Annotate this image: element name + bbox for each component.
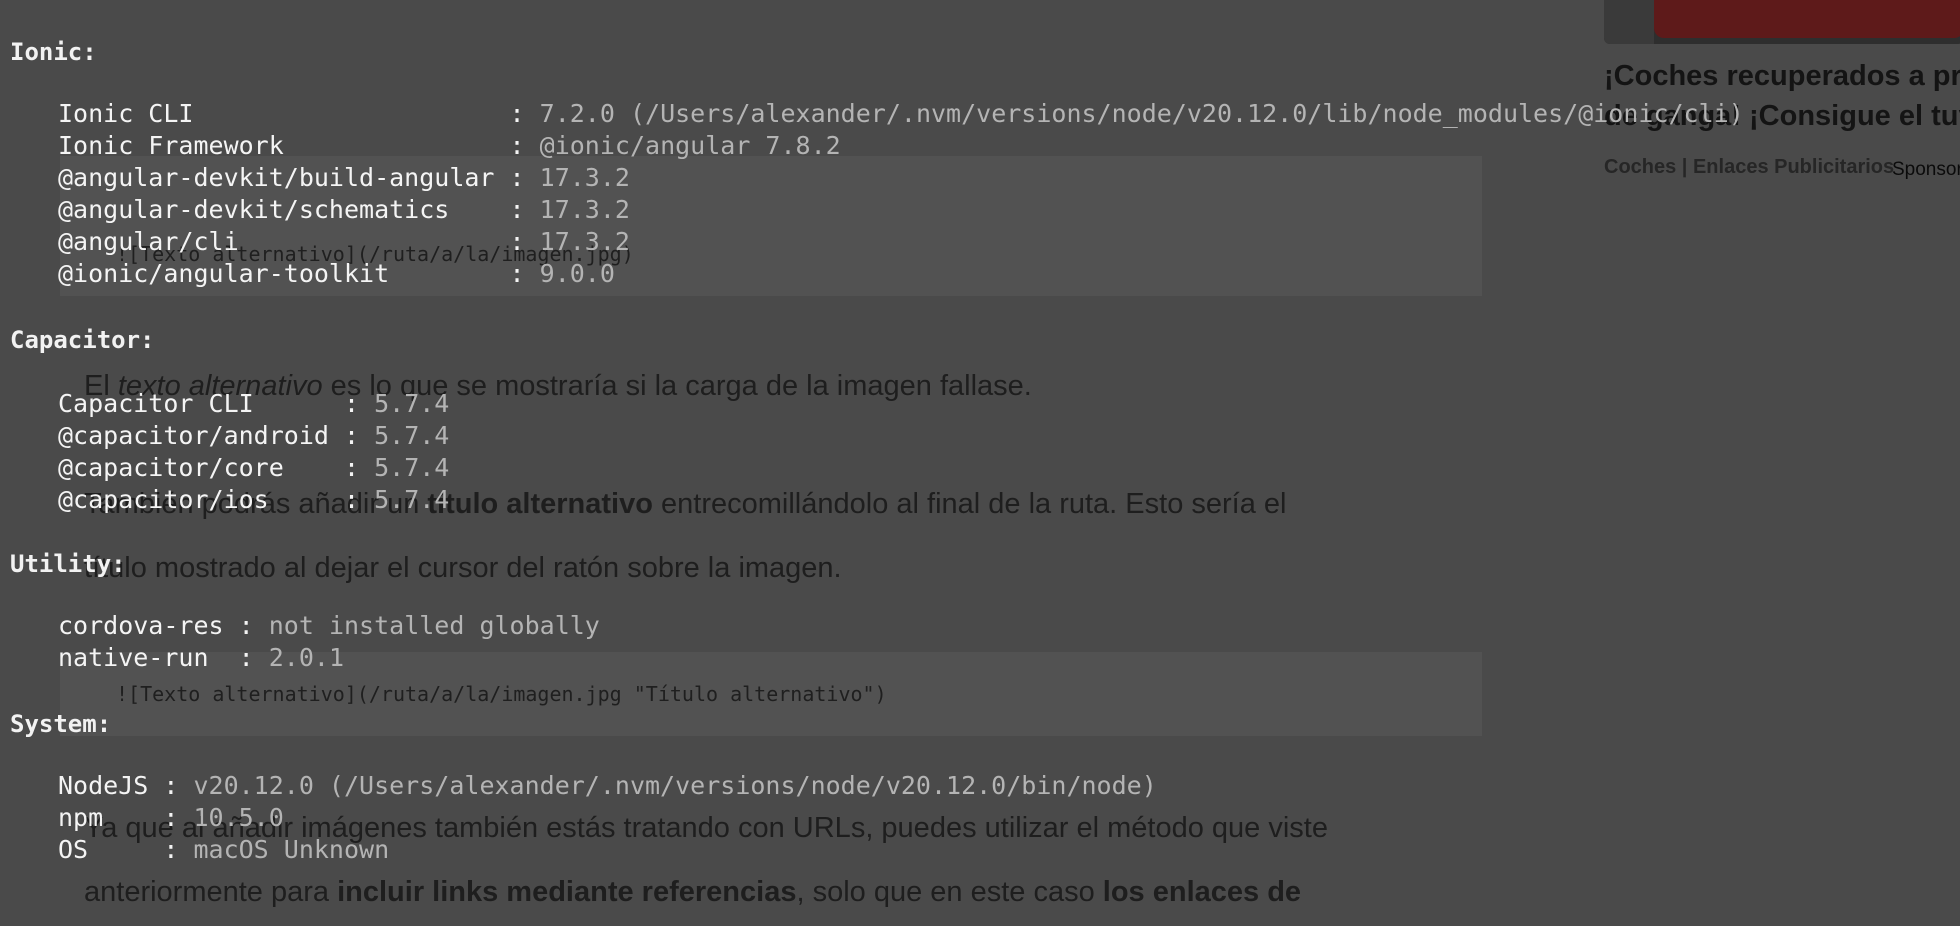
info-row: OS : macOS Unknown: [58, 835, 390, 864]
info-row: native-run : 2.0.1: [58, 643, 344, 672]
info-row: @capacitor/ios : 5.7.4: [58, 485, 450, 514]
info-row: NodeJS : v20.12.0 (/Users/alexander/.nvm…: [58, 771, 1157, 800]
info-row: npm : 10.5.0: [58, 803, 284, 832]
info-row: @angular-devkit/schematics : 17.3.2: [58, 195, 630, 224]
section-heading-ionic: Ionic:: [10, 38, 97, 66]
info-row: Ionic Framework : @ionic/angular 7.8.2: [58, 131, 841, 160]
info-row: @capacitor/core : 5.7.4: [58, 453, 450, 482]
info-row: @capacitor/android : 5.7.4: [58, 421, 450, 450]
section-heading-system: System:: [10, 710, 112, 738]
info-row: @angular/cli : 17.3.2: [58, 227, 630, 256]
info-row: @angular-devkit/build-angular : 17.3.2: [58, 163, 630, 192]
info-row: cordova-res : not installed globally: [58, 611, 600, 640]
info-row: Capacitor CLI : 5.7.4: [58, 389, 450, 418]
info-row: Ionic CLI : 7.2.0 (/Users/alexander/.nvm…: [58, 99, 1744, 128]
terminal-output: Ionic: Ionic CLI : 7.2.0 (/Users/alexand…: [0, 0, 1960, 926]
section-heading-utility: Utility:: [10, 550, 126, 578]
section-heading-capacitor: Capacitor:: [10, 326, 155, 354]
info-row: @ionic/angular-toolkit : 9.0.0: [58, 259, 615, 288]
